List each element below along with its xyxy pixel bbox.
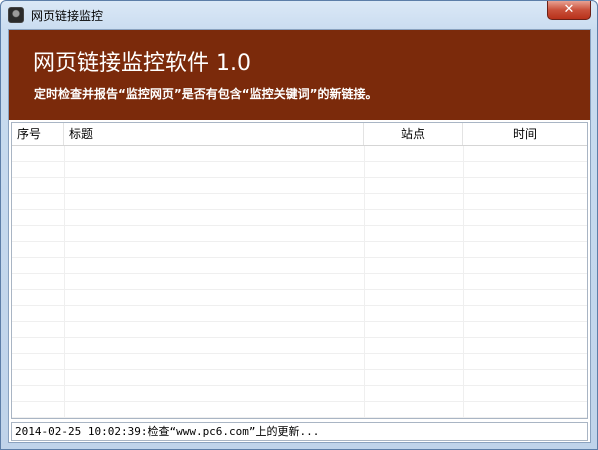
app-icon[interactable] <box>8 7 24 23</box>
column-header-time[interactable]: 时间 <box>463 123 587 145</box>
empty-row <box>12 210 587 226</box>
column-divider <box>64 146 65 418</box>
banner-title: 网页链接监控软件 1.0 <box>33 51 251 76</box>
empty-row <box>12 306 587 322</box>
empty-row <box>12 386 587 402</box>
column-header-site[interactable]: 站点 <box>364 123 463 145</box>
banner-subtitle: 定时检查并报告“监控网页”是否有包含“监控关键词”的新链接。 <box>34 87 378 101</box>
column-divider <box>463 146 464 418</box>
empty-row <box>12 178 587 194</box>
empty-row <box>12 274 587 290</box>
app-window: 网页链接监控 ✕ 网页链接监控软件 1.0 定时检查并报告“监控网页”是否有包含… <box>0 0 598 450</box>
close-button[interactable]: ✕ <box>547 1 591 20</box>
window-title: 网页链接监控 <box>31 9 104 23</box>
header-banner: 网页链接监控软件 1.0 定时检查并报告“监控网页”是否有包含“监控关键词”的新… <box>9 30 590 120</box>
client-area: 网页链接监控软件 1.0 定时检查并报告“监控网页”是否有包含“监控关键词”的新… <box>8 29 591 443</box>
results-list[interactable]: 序号 标题 站点 时间 <box>11 122 588 419</box>
title-bar[interactable]: 网页链接监控 ✕ <box>1 1 597 29</box>
empty-row <box>12 194 587 210</box>
list-header: 序号 标题 站点 时间 <box>12 123 587 146</box>
empty-row <box>12 322 587 338</box>
empty-row <box>12 242 587 258</box>
empty-row <box>12 226 587 242</box>
list-body[interactable] <box>12 146 587 418</box>
empty-row <box>12 354 587 370</box>
empty-row <box>12 338 587 354</box>
empty-row <box>12 370 587 386</box>
empty-row <box>12 162 587 178</box>
column-header-index[interactable]: 序号 <box>12 123 64 145</box>
column-header-title[interactable]: 标题 <box>64 123 364 145</box>
empty-row <box>12 290 587 306</box>
empty-row <box>12 258 587 274</box>
empty-row <box>12 402 587 418</box>
column-divider <box>364 146 365 418</box>
status-bar: 2014-02-25 10:02:39:检查“www.pc6.com”上的更新.… <box>11 422 588 441</box>
empty-row <box>12 146 587 162</box>
